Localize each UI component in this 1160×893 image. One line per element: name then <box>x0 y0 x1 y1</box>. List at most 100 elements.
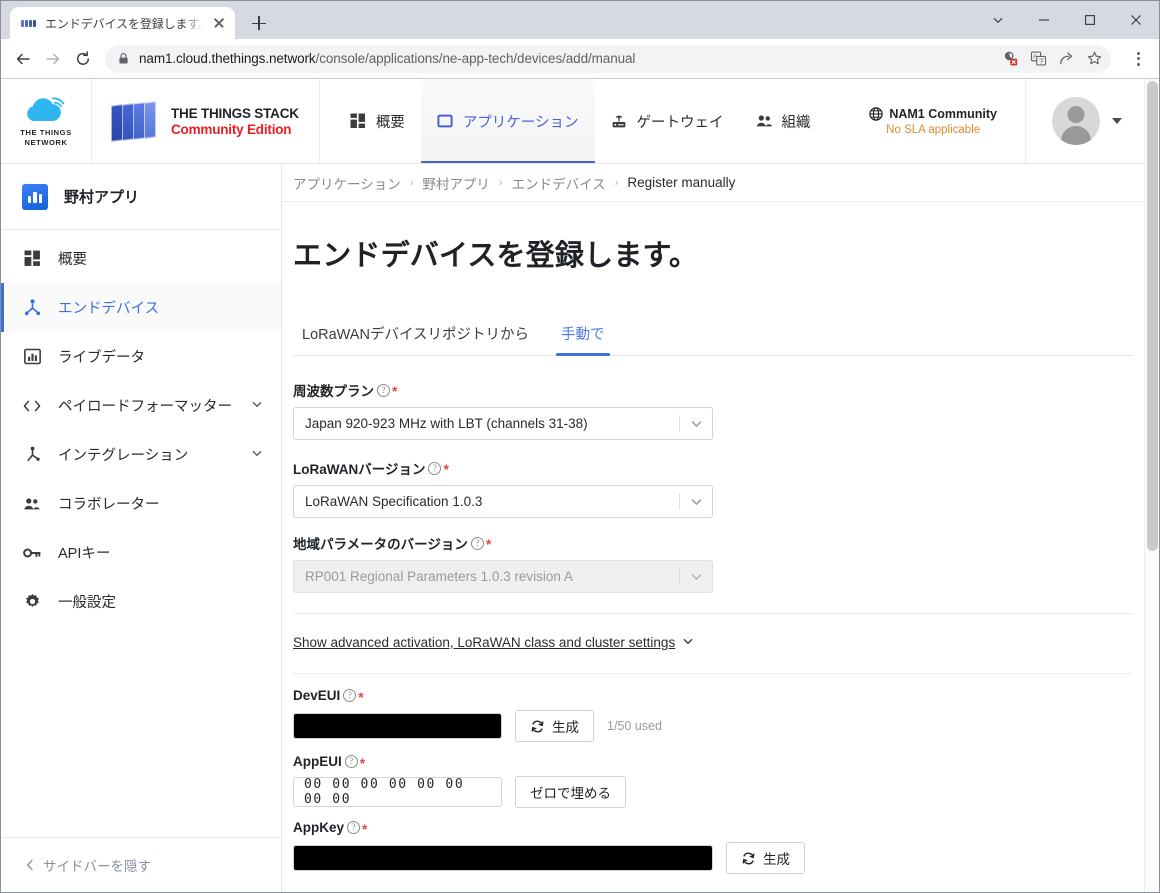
button-label: 生成 <box>763 852 790 867</box>
stack-title: THE THINGS STACK <box>171 105 299 121</box>
sidebar-item-label: ペイロードフォーマッター <box>58 399 232 415</box>
tab-from-repository[interactable]: LoRaWANデバイスリポジトリから <box>293 317 538 355</box>
url-text: nam1.cloud.thethings.network/console/app… <box>139 51 636 66</box>
dev-eui-input[interactable] <box>293 713 502 739</box>
refresh-icon <box>741 851 756 866</box>
forward-arrow-icon[interactable] <box>39 45 67 73</box>
app-key-generate-button[interactable]: 生成 <box>726 842 805 874</box>
people-icon <box>22 494 42 514</box>
lock-icon <box>117 52 130 65</box>
integration-icon <box>22 445 42 465</box>
reload-icon[interactable] <box>69 45 97 73</box>
page-viewport: THE THINGS NETWORK THE THINGS STACK Commu… <box>1 78 1159 892</box>
chevron-down-icon <box>680 570 712 583</box>
tab-search-chevron-down-icon[interactable] <box>975 1 1021 39</box>
sidebar-hide-button[interactable]: サイドバーを隠す <box>1 837 281 892</box>
browser-tab[interactable]: エンドデバイスを登録します。- 野村ア <box>10 7 235 39</box>
topnav-item-gateways[interactable]: ゲートウェイ <box>595 79 740 163</box>
help-icon[interactable]: ? <box>470 536 484 550</box>
field-frequency-plan: 周波数プラン ? * Japan 920-923 MHz with LBT (c… <box>293 380 1133 440</box>
grid-icon <box>350 113 367 130</box>
topnav-item-label: ゲートウェイ <box>636 114 724 131</box>
breadcrumb-separator: › <box>409 176 414 189</box>
bookmark-star-icon[interactable] <box>1081 46 1107 72</box>
field-label-text: 地域パラメータのバージョン <box>293 537 468 552</box>
help-icon[interactable]: ? <box>377 383 390 397</box>
dev-eui-generate-button[interactable]: 生成 <box>515 710 594 742</box>
back-arrow-icon[interactable] <box>9 45 37 73</box>
cookie-blocked-icon[interactable] <box>997 46 1023 72</box>
the-things-network-logo[interactable]: THE THINGS NETWORK <box>1 79 92 163</box>
console-body: 野村アプリ 概要 エンドデバイス ライブデータ ペイロードフォーマッター インテ… <box>1 164 1144 892</box>
required-asterisk: * <box>443 461 449 477</box>
window-minimize-icon[interactable] <box>1021 1 1067 39</box>
chevron-down-icon[interactable] <box>680 495 712 508</box>
help-icon[interactable]: ? <box>428 461 442 475</box>
address-bar[interactable]: nam1.cloud.thethings.network/console/app… <box>105 44 1111 73</box>
field-label: 周波数プラン ? * <box>293 380 1133 400</box>
help-icon[interactable]: ? <box>343 689 357 702</box>
tab-label: LoRaWANデバイスリポジトリから <box>302 327 530 343</box>
window-maximize-icon[interactable] <box>1067 1 1113 39</box>
topnav-item-organizations[interactable]: 組織 <box>740 79 827 163</box>
breadcrumb-item-applications[interactable]: アプリケーション <box>293 173 401 193</box>
user-menu[interactable] <box>1025 79 1144 163</box>
translate-icon[interactable]: A字 <box>1025 46 1051 72</box>
breadcrumb-item-end-devices[interactable]: エンドデバイス <box>512 173 606 193</box>
three-dot-menu-icon[interactable] <box>1125 45 1151 73</box>
sidebar-item-api-keys[interactable]: APIキー <box>1 528 281 577</box>
tab-manual[interactable]: 手動で <box>552 317 614 356</box>
sidebar-item-overview[interactable]: 概要 <box>1 234 281 283</box>
app-eui-input[interactable]: 00 00 00 00 00 00 00 00 <box>293 777 502 807</box>
omnibox-icons: A字 <box>997 46 1107 72</box>
device-icon <box>22 298 42 318</box>
required-asterisk: * <box>359 754 366 771</box>
sidebar-item-label: コラボレーター <box>58 497 160 513</box>
page-scrollbar[interactable] <box>1144 79 1159 892</box>
avatar <box>1052 97 1100 145</box>
share-icon[interactable] <box>1053 46 1079 72</box>
sidebar-item-general-settings[interactable]: 一般設定 <box>1 577 281 626</box>
frequency-plan-select[interactable]: Japan 920-923 MHz with LBT (channels 31-… <box>293 407 713 440</box>
ttn-console: THE THINGS NETWORK THE THINGS STACK Commu… <box>1 79 1144 892</box>
sidebar-item-payload-formatters[interactable]: ペイロードフォーマッター <box>1 381 281 430</box>
stack-edition: Community Edition <box>171 121 292 137</box>
cloud-icon <box>20 95 72 125</box>
window-controls <box>975 1 1159 39</box>
sidebar-app-name: 野村アプリ <box>64 189 140 206</box>
sidebar-item-collaborators[interactable]: コラボレーター <box>1 479 281 528</box>
topnav-item-applications[interactable]: アプリケーション <box>420 79 595 163</box>
chevron-down-icon[interactable] <box>1112 118 1122 124</box>
advanced-settings-toggle[interactable]: Show advanced activation, LoRaWAN class … <box>293 635 694 650</box>
breadcrumb-item-app-name[interactable]: 野村アプリ <box>422 173 490 193</box>
sidebar-item-label: ライブデータ <box>58 350 145 366</box>
things-stack-logo[interactable]: THE THINGS STACK Community Edition <box>92 79 320 163</box>
dev-eui-row: 生成 1/50 used <box>293 710 1133 742</box>
topnav-item-label: 組織 <box>781 114 811 131</box>
lorawan-version-select[interactable]: LoRaWAN Specification 1.0.3 <box>293 485 713 518</box>
chevron-down-icon <box>682 635 694 650</box>
chevron-down-icon[interactable] <box>680 417 712 430</box>
sidebar-item-end-devices[interactable]: エンドデバイス <box>1 283 281 332</box>
app-key-row: 生成 <box>293 842 1133 874</box>
chevron-down-icon[interactable] <box>251 447 263 462</box>
sidebar-item-label: 概要 <box>58 252 87 268</box>
chevron-down-icon[interactable] <box>251 398 263 413</box>
scrollbar-thumb[interactable] <box>1147 81 1158 551</box>
help-icon[interactable]: ? <box>347 821 361 834</box>
tab-close-icon[interactable] <box>211 15 227 31</box>
new-tab-button[interactable] <box>245 9 273 37</box>
topnav-item-overview[interactable]: 概要 <box>334 79 421 163</box>
ttn-favicon-icon <box>21 15 37 31</box>
help-icon[interactable]: ? <box>344 755 358 768</box>
sidebar-app-header[interactable]: 野村アプリ <box>1 164 281 230</box>
sidebar-item-live-data[interactable]: ライブデータ <box>1 332 281 381</box>
app-key-input[interactable] <box>293 845 713 871</box>
app-eui-fill-zeros-button[interactable]: ゼロで埋める <box>515 776 626 808</box>
cluster-info: NAM1 Community No SLA applicable <box>859 107 1025 136</box>
window-close-icon[interactable] <box>1113 1 1159 39</box>
cluster-name-row: NAM1 Community <box>869 107 997 121</box>
chart-icon <box>22 347 42 367</box>
app-eui-value: 00 00 00 00 00 00 00 00 <box>304 777 465 807</box>
sidebar-item-integrations[interactable]: インテグレーション <box>1 430 281 479</box>
